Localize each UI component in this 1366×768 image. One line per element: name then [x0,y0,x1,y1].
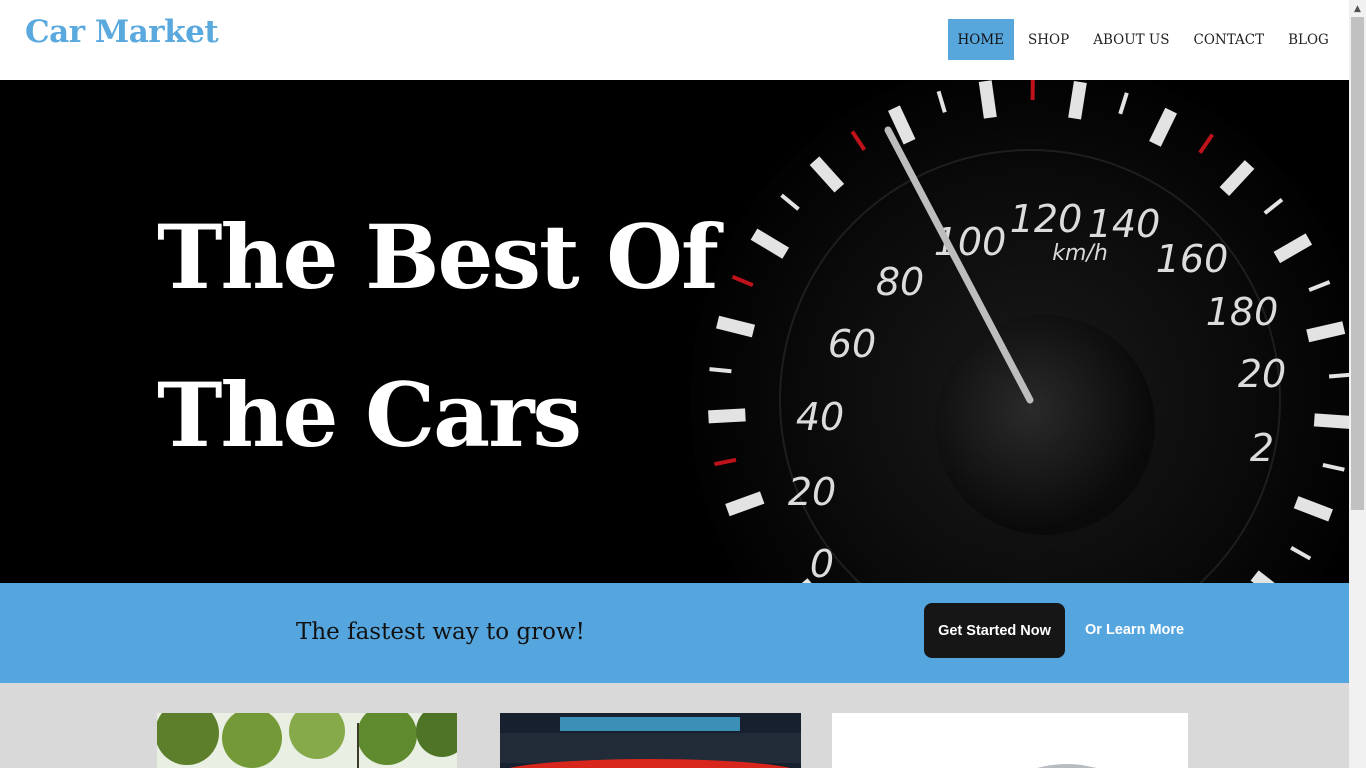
nav-home[interactable]: HOME [948,19,1014,60]
hero-title-line-1: The Best Of [157,205,719,309]
card-image-white-car[interactable] [832,713,1188,768]
gauge-tick [1328,372,1349,379]
gauge-label: 80 [876,260,924,304]
gauge-label: 120 [1010,197,1083,241]
scrollbar-thumb[interactable] [1351,17,1364,510]
gauge-label: 180 [1206,290,1279,334]
card-image-red-car[interactable] [500,713,801,768]
scroll-up-arrow-icon[interactable]: ▲ [1349,0,1366,17]
card-image-trees[interactable] [157,713,457,768]
cta-text: The fastest way to grow! [296,619,585,645]
red-car-photo [500,713,801,768]
gauge-tick [1068,80,1087,120]
trees-photo [157,713,457,768]
gauge-label: 140 [1088,202,1161,246]
gauge-label: 2 [1250,426,1274,470]
vertical-scrollbar[interactable]: ▲ [1349,0,1366,768]
cta-bar: The fastest way to grow! Get Started Now… [0,583,1349,683]
learn-more-link[interactable]: Or Learn More [1085,622,1184,638]
hero-banner: 0 20 40 60 80 100 120 140 160 180 20 2 km/h The Bes… [0,80,1349,583]
gauge-tick [1313,413,1349,429]
main-nav: HOME SHOP ABOUT US CONTACT BLOG [948,19,1343,60]
site-logo[interactable]: Car Market [25,14,219,50]
gauge-unit: km/h [1052,241,1108,266]
page: Car Market HOME SHOP ABOUT US CONTACT BL… [0,0,1349,768]
gauge-tick [978,80,997,119]
get-started-button[interactable]: Get Started Now [924,603,1065,658]
nav-blog[interactable]: BLOG [1279,19,1339,60]
gauge-label: 60 [828,322,876,366]
hero-title-line-2: The Cars [157,363,582,467]
white-car-photo [832,713,1188,768]
gauge-label: 160 [1156,237,1229,281]
nav-contact[interactable]: CONTACT [1184,19,1274,60]
nav-about-us[interactable]: ABOUT US [1084,19,1179,60]
featured-cards [0,683,1349,768]
site-header: Car Market HOME SHOP ABOUT US CONTACT BL… [0,0,1349,80]
gauge-label: 0 [810,542,834,583]
hero-title: The Best Of The Cars [157,178,757,494]
gauge-label: 20 [1238,352,1286,396]
gauge-label: 20 [788,470,836,514]
nav-shop[interactable]: SHOP [1019,19,1079,60]
gauge-tick [1306,321,1346,343]
gauge-label: 40 [796,395,844,439]
